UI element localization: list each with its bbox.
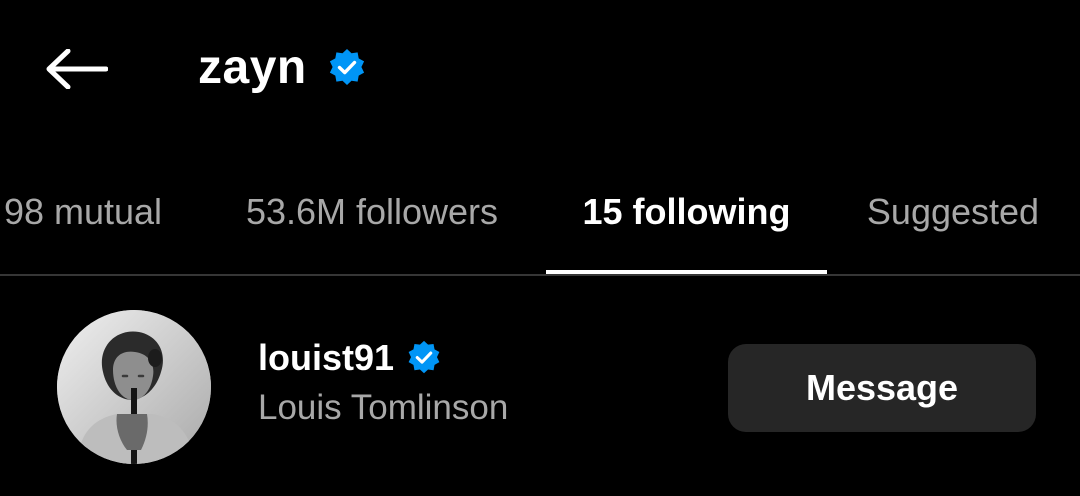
tab-followers[interactable]: 53.6M followers	[210, 150, 534, 274]
tab-mutual[interactable]: 98 mutual	[0, 150, 188, 274]
verified-badge-icon	[329, 49, 364, 85]
list-item[interactable]: louist91 Louis Tomlinson Message	[0, 278, 1080, 496]
profile-title: zayn	[198, 36, 367, 100]
tab-following[interactable]: 15 following	[546, 150, 827, 274]
page-title: zayn	[198, 41, 307, 94]
follow-tabs: 98 mutual 53.6M followers 15 following S…	[0, 150, 1080, 276]
verified-badge-icon	[408, 340, 440, 374]
active-tab-indicator	[546, 270, 827, 274]
full-name: Louis Tomlinson	[258, 388, 509, 427]
top-app-bar: zayn	[0, 0, 1080, 140]
avatar-photo	[57, 310, 211, 464]
tab-suggested[interactable]: Suggested	[840, 150, 1066, 274]
user-info[interactable]: louist91 Louis Tomlinson	[258, 334, 508, 428]
avatar[interactable]	[57, 310, 211, 464]
username: louist91	[258, 337, 395, 378]
arrow-left-icon	[46, 49, 108, 89]
back-button[interactable]	[40, 38, 112, 100]
message-button[interactable]: Message	[728, 344, 1036, 432]
